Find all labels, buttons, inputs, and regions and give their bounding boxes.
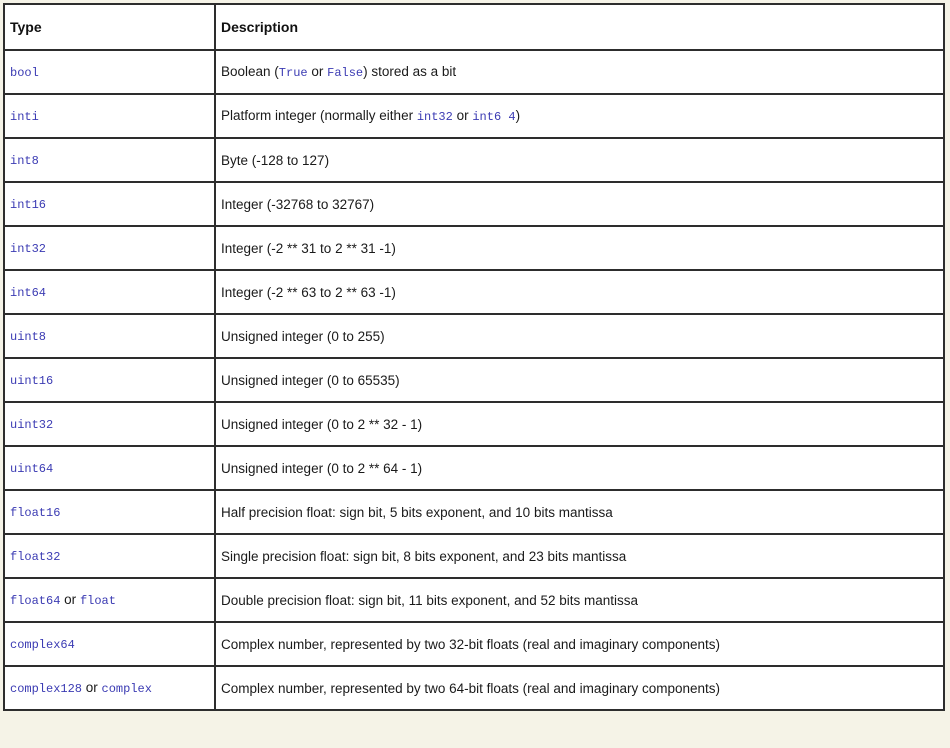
type-code-span: int64 [10,286,47,300]
type-cell: float32 [3,533,216,579]
text-span: Half precision float: sign bit, 5 bits e… [221,504,613,520]
description-cell: Half precision float: sign bit, 5 bits e… [214,489,945,535]
type-code-span: float32 [10,550,61,564]
text-span: or [82,680,102,695]
description-cell: Integer (-32768 to 32767) [214,181,945,227]
description-cell: Platform integer (normally either int32 … [214,93,945,139]
description-cell: Unsigned integer (0 to 255) [214,313,945,359]
text-span: Unsigned integer (0 to 2 ** 64 - 1) [221,460,423,476]
text-span: Boolean ( [221,64,279,79]
table-row: float64 or float Double precision float: … [3,577,945,623]
type-cell: uint64 [3,445,216,491]
table-row: float32 Single precision float: sign bit,… [3,533,945,579]
description-cell: Unsigned integer (0 to 65535) [214,357,945,403]
header-type: Type [3,3,216,51]
text-span: ) [515,108,521,123]
text-span: Single precision float: sign bit, 8 bits… [221,548,627,564]
description-cell: Boolean (True or False) stored as a bit [214,49,945,95]
text-span: Integer (-32768 to 32767) [221,196,375,212]
type-cell: uint32 [3,401,216,447]
type-cell: uint16 [3,357,216,403]
type-code-span: inti [10,110,39,124]
description-cell: Complex number, represented by two 32-bi… [214,621,945,667]
type-cell: bool [3,49,216,95]
text-span: or [452,108,473,123]
text-span: Complex number, represented by two 32-bi… [221,636,720,652]
text-span: or [60,592,80,607]
type-code-span: uint16 [10,374,54,388]
page: Type Description bool Boolean (True or Fa… [0,0,950,711]
description-cell: Byte (-128 to 127) [214,137,945,183]
table-row: inti Platform integer (normally either in… [3,93,945,139]
type-code-span: complex [101,682,152,696]
text-span: Integer (-2 ** 63 to 2 ** 63 -1) [221,284,396,300]
table-row: uint64 Unsigned integer (0 to 2 ** 64 - 1… [3,445,945,491]
type-cell: float64 or float [3,577,216,623]
type-code-span: True [278,66,308,80]
text-span: Unsigned integer (0 to 255) [221,328,385,344]
type-code-span: int32 [416,110,453,124]
type-code-span: complex128 [10,682,83,696]
table-row: int64 Integer (-2 ** 63 to 2 ** 63 -1) [3,269,945,315]
type-code-span: bool [10,66,39,80]
text-span: Unsigned integer (0 to 2 ** 32 - 1) [221,416,423,432]
table-row: uint32 Unsigned integer (0 to 2 ** 32 - 1… [3,401,945,447]
text-span: or [307,64,328,79]
text-span: Double precision float: sign bit, 11 bit… [221,592,638,608]
type-cell: uint8 [3,313,216,359]
description-cell: Unsigned integer (0 to 2 ** 32 - 1) [214,401,945,447]
text-span: Integer (-2 ** 31 to 2 ** 31 -1) [221,240,396,256]
text-span: Unsigned integer (0 to 65535) [221,372,400,388]
header-row: Type Description [3,3,945,51]
type-cell: int32 [3,225,216,271]
description-cell: Integer (-2 ** 31 to 2 ** 31 -1) [214,225,945,271]
description-cell: Complex number, represented by two 64-bi… [214,665,945,711]
type-cell: complex64 [3,621,216,667]
table-row: complex128 or complex Complex number, rep… [3,665,945,711]
type-cell: complex128 or complex [3,665,216,711]
table-header: Type Description [3,3,945,51]
type-code-span: int32 [10,242,47,256]
text-span: Platform integer (normally either [221,108,417,123]
type-code-span: int6 4 [472,110,516,124]
type-cell: inti [3,93,216,139]
table-row: uint16 Unsigned integer (0 to 65535) [3,357,945,403]
type-code-span: False [327,66,364,80]
text-span: ) stored as a bit [363,64,457,79]
table-row: int16 Integer (-32768 to 32767) [3,181,945,227]
type-cell: int16 [3,181,216,227]
type-code-span: uint64 [10,462,54,476]
type-code-span: uint32 [10,418,54,432]
types-table: Type Description bool Boolean (True or Fa… [3,3,945,711]
type-code-span: float64 [10,594,61,608]
table-row: uint8 Unsigned integer (0 to 255) [3,313,945,359]
type-code-span: int8 [10,154,39,168]
description-cell: Unsigned integer (0 to 2 ** 64 - 1) [214,445,945,491]
type-cell: int8 [3,137,216,183]
type-cell: float16 [3,489,216,535]
text-span: Complex number, represented by two 64-bi… [221,680,720,696]
table-row: int32 Integer (-2 ** 31 to 2 ** 31 -1) [3,225,945,271]
table-row: float16 Half precision float: sign bit, 5… [3,489,945,535]
type-code-span: complex64 [10,638,75,652]
type-cell: int64 [3,269,216,315]
table-row: bool Boolean (True or False) stored as a … [3,49,945,95]
type-code-span: uint8 [10,330,47,344]
type-code-span: float16 [10,506,61,520]
description-cell: Single precision float: sign bit, 8 bits… [214,533,945,579]
table-row: int8 Byte (-128 to 127) [3,137,945,183]
type-code-span: int16 [10,198,47,212]
text-span: Byte (-128 to 127) [221,152,330,168]
type-code-span: float [79,594,116,608]
header-description: Description [214,3,945,51]
table-row: complex64 Complex number, represented by … [3,621,945,667]
table-body: bool Boolean (True or False) stored as a … [3,49,945,711]
description-cell: Integer (-2 ** 63 to 2 ** 63 -1) [214,269,945,315]
description-cell: Double precision float: sign bit, 11 bit… [214,577,945,623]
